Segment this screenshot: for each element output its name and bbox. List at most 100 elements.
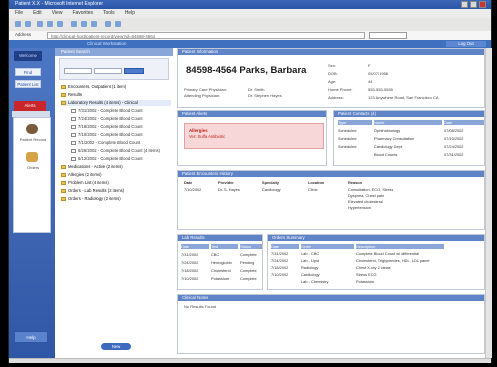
table-cell[interactable]: Pending	[240, 260, 262, 265]
help-button[interactable]: Help	[14, 331, 48, 343]
table-cell[interactable]: Cholesterol, Triglycerides, HDL, LDL pan…	[356, 258, 444, 263]
mail-icon[interactable]	[105, 21, 111, 27]
tree-item[interactable]: 7/10/2002 - Complete Blood Count	[71, 132, 181, 138]
search-icon[interactable]	[71, 21, 77, 27]
menu-edit[interactable]: Edit	[33, 9, 42, 18]
table-cell[interactable]: Stress ECG	[356, 272, 444, 277]
tree-item[interactable]: Orders - Radiology (2 items)	[61, 196, 171, 202]
table-cell[interactable]: 07/24/2002	[444, 144, 484, 149]
table-cell[interactable]: 7/31/2002	[181, 252, 209, 257]
tree-item[interactable]: Orders - Lab Results (2 items)	[61, 188, 171, 194]
table-cell[interactable]: Lab - Lipid	[301, 258, 354, 263]
table-cell[interactable]: Cardiology Dept.	[374, 144, 442, 149]
folder-icon	[61, 196, 66, 201]
table-cell[interactable]: Consultation, ECG, Stress	[348, 187, 393, 192]
field-value: F	[368, 63, 371, 68]
tree-item[interactable]: 7/18/2002 - Complete Blood Count	[71, 124, 181, 130]
table-cell[interactable]: Complete Blood Count w/ differential	[356, 251, 444, 256]
print-icon[interactable]	[115, 21, 121, 27]
close-button[interactable]	[479, 1, 486, 8]
tree-tab[interactable]: Patient Search	[55, 48, 173, 56]
table-cell[interactable]: 7/10/2002	[271, 272, 299, 277]
table-cell[interactable]: Radiology	[301, 265, 354, 270]
back-icon[interactable]	[15, 21, 21, 27]
tree-item[interactable]: Problem List (4 items)	[61, 180, 171, 186]
tree-item[interactable]: Results	[61, 92, 171, 98]
home-icon[interactable]	[57, 21, 63, 27]
table-cell[interactable]: Cardiology	[262, 187, 281, 192]
nav-item-find[interactable]: Find	[15, 68, 41, 76]
maximize-button[interactable]	[470, 1, 477, 8]
nav-item-patient-list[interactable]: Patient List	[15, 80, 41, 88]
table-cell[interactable]: Dr. S. Hayes	[218, 187, 240, 192]
forward-icon[interactable]	[25, 21, 31, 27]
menu-help[interactable]: Help	[125, 9, 135, 18]
tree-item[interactable]: 6/26/2002 - Complete Blood Count (4 item…	[71, 148, 181, 154]
table-cell[interactable]: Complete	[240, 252, 262, 257]
table-cell[interactable]: Complete	[240, 276, 262, 281]
field-value: 05/07/1958	[368, 71, 389, 76]
table-cell[interactable]: 7/18/2002	[271, 265, 299, 270]
minimize-button[interactable]	[461, 1, 468, 8]
table-cell[interactable]: Cholesterol	[211, 268, 238, 273]
table-cell[interactable]: Chest X-ray 2 views	[356, 265, 444, 270]
table-cell[interactable]: Hypertension	[348, 205, 371, 210]
stop-icon[interactable]	[37, 21, 43, 27]
table-cell[interactable]: Dyspnea, Chest pain	[348, 193, 384, 198]
tree-item[interactable]: Laboratory Results (4 items) - Clinical	[61, 100, 171, 106]
folder-icon	[61, 92, 66, 97]
new-button[interactable]: New	[101, 343, 131, 350]
table-cell[interactable]: Scheduled	[338, 128, 372, 133]
table-cell[interactable]: Pharmacy Consultation	[374, 136, 442, 141]
table-cell[interactable]: Elevated cholesterol	[348, 199, 383, 204]
search-button[interactable]	[124, 68, 144, 74]
table-cell[interactable]: 7/18/2002	[181, 268, 209, 273]
menu-file[interactable]: File	[15, 9, 23, 18]
menu-view[interactable]: View	[52, 9, 63, 18]
table-cell[interactable]: Clinic	[308, 187, 318, 192]
alerts-button[interactable]: Alerts	[14, 101, 46, 111]
table-cell[interactable]: 7/10/2002	[181, 276, 209, 281]
page-scrollbar[interactable]	[485, 48, 492, 358]
table-cell[interactable]: 07/08/2002	[444, 128, 484, 133]
go-button[interactable]	[369, 32, 407, 39]
table-cell[interactable]: Blood Counts	[374, 152, 442, 157]
tree-item-label: Encounters, Outpatient (1 item)	[68, 84, 127, 89]
refresh-icon[interactable]	[47, 21, 53, 27]
tree-item[interactable]: 7/24/2002 - Complete Blood Count	[71, 116, 181, 122]
tree-item[interactable]: 7/1/2002 - Complete Blood Count	[71, 140, 181, 146]
table-cell[interactable]: 7/10/2002	[184, 187, 201, 192]
table-cell[interactable]: Ophthalmology	[374, 128, 442, 133]
table-cell[interactable]: Complete	[240, 268, 262, 273]
table-cell[interactable]: Potassium	[211, 276, 238, 281]
table-cell[interactable]: 7/24/2002	[181, 260, 209, 265]
favorites-icon[interactable]	[81, 21, 87, 27]
table-cell[interactable]: 07/31/2002	[444, 152, 484, 157]
logout-button[interactable]: Log Out	[446, 41, 486, 47]
table-cell[interactable]: Scheduled	[338, 136, 372, 141]
table-cell[interactable]: 07/10/2002	[444, 136, 484, 141]
table-cell[interactable]: Hemoglobin	[211, 260, 238, 265]
table-cell[interactable]: Scheduled	[338, 144, 372, 149]
table-cell[interactable]: Lab - Chemistry	[301, 279, 354, 284]
column-header: Name	[374, 120, 442, 125]
tree-item[interactable]: 6/12/2002 - Complete Blood Count	[71, 156, 181, 162]
table-cell[interactable]: CBC	[211, 252, 238, 257]
hand-icon[interactable]	[26, 152, 38, 162]
menu-tools[interactable]: Tools	[103, 9, 115, 18]
table-cell[interactable]: Cardiology	[301, 272, 354, 277]
search-input[interactable]	[94, 68, 122, 74]
tree-item[interactable]: Encounters, Outpatient (1 item)	[61, 84, 171, 90]
tree-item[interactable]: Allergies (2 items)	[61, 172, 171, 178]
menu-favorites[interactable]: Favorites	[72, 9, 93, 18]
tree-item[interactable]: 7/31/2002 - Complete Blood Count	[71, 108, 181, 114]
table-cell[interactable]: 7/24/2002	[271, 258, 299, 263]
search-input[interactable]	[64, 68, 92, 74]
history-icon[interactable]	[91, 21, 97, 27]
tree-item[interactable]: Medications - Active (2 items)	[61, 164, 171, 170]
table-cell[interactable]: Lab - CBC	[301, 251, 354, 256]
address-input[interactable]: http://clinical-host/patient-record/view…	[47, 32, 365, 39]
security-icon[interactable]	[26, 124, 38, 134]
table-cell[interactable]: 7/31/2002	[271, 251, 299, 256]
table-cell[interactable]: Potassium	[356, 279, 444, 284]
